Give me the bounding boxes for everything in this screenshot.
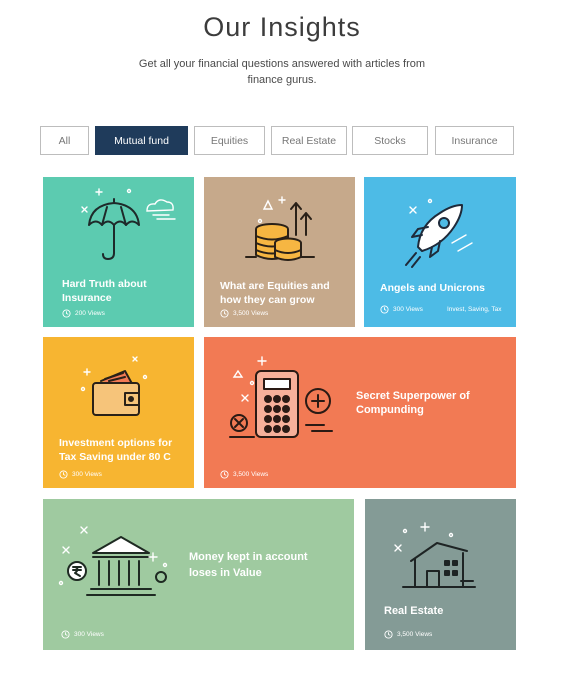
umbrella-icon [81,188,176,260]
page-title: Our Insights [203,12,361,42]
card-title: Secret Superpower of Compunding [356,390,470,416]
view-count: 300 Views [59,470,102,479]
view-count: 3,500 Views [384,630,432,639]
article-card-tax-saving[interactable]: Investment options for Tax Saving under … [43,337,194,488]
tab-mutual-fund[interactable]: Mutual fund [95,126,188,155]
wallet-icon [80,356,148,416]
category-tabs: All Mutual fund Equities Real Estate Sto… [40,126,514,155]
rocket-icon [405,198,473,268]
card-title: Investment options for Tax Saving under … [59,437,173,463]
clock-icon [380,305,389,314]
clock-icon [384,630,393,639]
view-count: 300 Views [380,305,423,314]
bank-icon [58,526,168,596]
article-card-insurance[interactable]: Hard Truth about Insurance 200 Views [43,177,194,327]
view-count: 300 Views [61,630,104,639]
tab-insurance[interactable]: Insurance [435,126,514,155]
clock-icon [220,470,229,479]
view-count: 3,500 Views [220,470,268,479]
article-card-angels[interactable]: Angels and Unicrons 300 Views Invest, Sa… [364,177,516,327]
tab-real-estate[interactable]: Real Estate [271,126,347,155]
calculator-icon [229,356,333,438]
view-count: 3,500 Views [220,309,268,318]
coins-growth-icon [245,196,315,261]
clock-icon [62,309,71,318]
tab-equities[interactable]: Equities [194,126,265,155]
page-subtitle: Get all your financial questions answere… [138,58,426,86]
tag-list: Invest, Saving, Tax [447,306,502,313]
card-title: Angels and Unicrons [380,282,486,294]
article-card-real-estate[interactable]: Real Estate 3,500 Views [365,499,516,650]
clock-icon [61,630,70,639]
article-card-compounding[interactable]: Secret Superpower of Compunding 3,500 Vi… [204,337,516,488]
card-title: Money kept in account loses in Value [189,551,308,579]
house-icon [394,522,476,588]
view-count: 200 Views [62,309,105,318]
card-title: Real Estate [384,605,444,617]
tab-all[interactable]: All [40,126,89,155]
clock-icon [220,309,229,318]
card-title: What are Equities and how they can grow [220,280,330,306]
clock-icon [59,470,68,479]
article-card-money-value[interactable]: Money kept in account loses in Value 300… [43,499,354,650]
article-card-equities[interactable]: What are Equities and how they can grow … [204,177,355,327]
tab-stocks[interactable]: Stocks [352,126,428,155]
card-title: Hard Truth about Insurance [62,278,147,304]
